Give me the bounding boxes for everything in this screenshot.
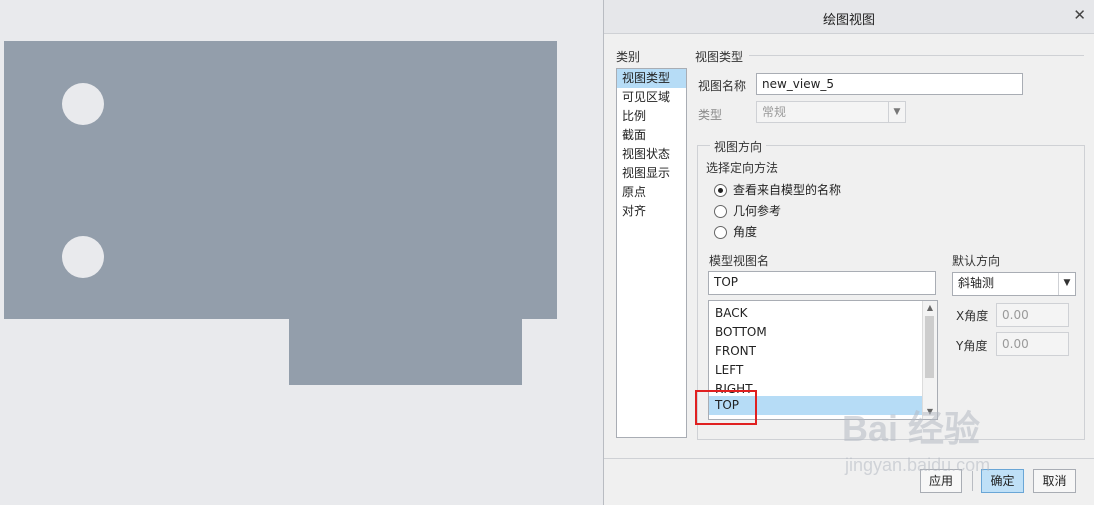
close-icon[interactable]: ✕ bbox=[1073, 6, 1086, 24]
part-view-tab[interactable] bbox=[289, 315, 522, 385]
watermark-url: jingyan.baidu.com bbox=[845, 455, 991, 475]
type-label: 类型 bbox=[698, 108, 723, 122]
section-divider bbox=[749, 55, 1084, 56]
category-item-section[interactable]: 截面 bbox=[617, 126, 686, 145]
drawing-canvas[interactable] bbox=[0, 0, 603, 505]
category-list[interactable]: 视图类型 可见区域 比例 截面 视图状态 视图显示 原点 对齐 bbox=[616, 68, 687, 438]
x-angle-label: X角度 bbox=[956, 309, 989, 323]
radio-angle[interactable]: 角度 bbox=[714, 223, 757, 241]
y-angle-label: Y角度 bbox=[956, 339, 988, 353]
radio-geometry-reference-label: 几何参考 bbox=[733, 204, 782, 218]
category-item-scale[interactable]: 比例 bbox=[617, 107, 686, 126]
default-orientation-value: 斜轴测 bbox=[958, 276, 995, 290]
dialog-titlebar[interactable]: 绘图视图 ✕ bbox=[604, 0, 1094, 34]
y-angle-field[interactable]: 0.00 bbox=[996, 332, 1069, 356]
radio-angle-label: 角度 bbox=[733, 225, 758, 239]
category-item-alignment[interactable]: 对齐 bbox=[617, 202, 686, 221]
orientation-section-title: 视图方向 bbox=[710, 138, 767, 155]
list-item[interactable]: FRONT bbox=[709, 342, 937, 361]
select-method-label: 选择定向方法 bbox=[706, 161, 779, 175]
baidu-jingyan-watermark: Bai 经验 bbox=[842, 408, 981, 449]
chevron-down-icon: ▼ bbox=[888, 102, 905, 122]
default-orientation-label: 默认方向 bbox=[952, 254, 1001, 268]
model-view-name-label: 模型视图名 bbox=[709, 254, 770, 268]
category-item-visible-area[interactable]: 可见区域 bbox=[617, 88, 686, 107]
list-item[interactable]: LEFT bbox=[709, 361, 937, 380]
cancel-button[interactable]: 取消 bbox=[1033, 469, 1076, 493]
category-item-origin[interactable]: 原点 bbox=[617, 183, 686, 202]
part-hole-top bbox=[62, 83, 104, 125]
model-view-name-field[interactable]: TOP bbox=[708, 271, 936, 295]
list-item[interactable]: BACK bbox=[709, 304, 937, 323]
view-type-section-title: 视图类型 bbox=[695, 50, 744, 64]
x-angle-field[interactable]: 0.00 bbox=[996, 303, 1069, 327]
view-name-field[interactable]: new_view_5 bbox=[756, 73, 1023, 95]
view-name-label: 视图名称 bbox=[698, 79, 747, 93]
radio-off-icon bbox=[714, 205, 727, 218]
dialog-title: 绘图视图 bbox=[822, 13, 875, 28]
list-item[interactable]: BOTTOM bbox=[709, 323, 937, 342]
category-item-view-display[interactable]: 视图显示 bbox=[617, 164, 686, 183]
scroll-thumb[interactable] bbox=[925, 316, 934, 378]
type-select-value: 常规 bbox=[762, 105, 787, 119]
category-item-view-state[interactable]: 视图状态 bbox=[617, 145, 686, 164]
category-item-view-type[interactable]: 视图类型 bbox=[617, 69, 686, 88]
type-select[interactable]: 常规 ▼ bbox=[756, 101, 906, 123]
radio-on-icon bbox=[714, 184, 727, 197]
chevron-down-icon: ▼ bbox=[1058, 273, 1075, 295]
scroll-up-icon[interactable]: ▲ bbox=[923, 301, 937, 315]
part-hole-bottom bbox=[62, 236, 104, 278]
radio-model-name-label: 查看来自模型的名称 bbox=[733, 183, 842, 197]
default-orientation-select[interactable]: 斜轴测 ▼ bbox=[952, 272, 1076, 296]
radio-off-icon bbox=[714, 226, 727, 239]
radio-model-name[interactable]: 查看来自模型的名称 bbox=[714, 181, 841, 199]
annotation-highlight-box bbox=[695, 390, 757, 425]
categories-label: 类别 bbox=[616, 50, 641, 64]
radio-geometry-reference[interactable]: 几何参考 bbox=[714, 202, 781, 220]
